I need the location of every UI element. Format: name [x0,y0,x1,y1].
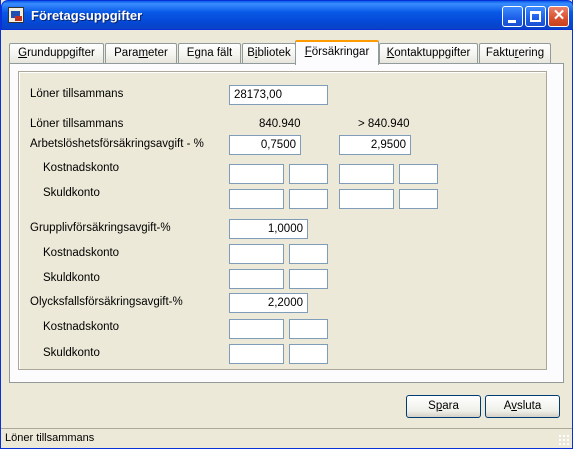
column2-header: > 840.940 [358,118,410,130]
grupplivs-skuld-input-1[interactable] [229,269,284,289]
grupplivs-label: Grupplivförsäkringsavgift-% [30,222,171,234]
grupplivs-kostnadskonto-label: Kostnadskonto [43,247,120,259]
arbetsloshet-skuldkonto-label: Skuldkonto [43,187,100,199]
exit-button[interactable]: Avsluta [485,395,560,418]
arbetsloshet-skuld-input-1[interactable] [229,189,284,209]
arbetsloshet-rate2-input[interactable]: 2,9500 [339,135,411,155]
arbetsloshet-kostnad-input-1[interactable] [229,164,284,184]
arbetsloshet-skuld-input-3[interactable] [339,189,394,209]
olycksfall-skuldkonto-label: Skuldkonto [43,347,100,359]
column1-header: 840.940 [259,118,301,130]
arbetsloshet-kostnad-input-2[interactable] [289,164,328,184]
arbetsloshet-label: Arbetslöshetsförsäkringsavgift - % [30,138,204,150]
olycksfall-kostnad-input-2[interactable] [289,319,328,339]
close-button[interactable]: ✕ [548,6,569,27]
close-icon: ✕ [552,7,566,24]
tab-forsakringar[interactable]: Försäkringar [295,40,379,65]
tab-bibliotek[interactable]: Bibliotek [242,43,296,63]
arbetsloshet-kostnad-input-4[interactable] [399,164,438,184]
resize-grip-icon[interactable] [558,434,570,446]
title-bar[interactable]: Företagsuppgifter ✕ [1,0,573,30]
arbetsloshet-skuld-input-4[interactable] [399,189,438,209]
tab-grunduppgifter[interactable]: Grunduppgifter [9,43,104,63]
olycksfall-label: Olycksfallsförsäkringsavgift-% [30,296,183,308]
olycksfall-skuld-input-2[interactable] [289,344,328,364]
status-bar: Löner tillsammans [1,428,572,448]
grupplivs-rate-input[interactable]: 1,0000 [229,219,308,239]
save-button[interactable]: Spara [406,395,481,418]
loner-input[interactable]: 28173,00 [229,85,328,105]
maximize-icon [530,11,541,22]
tab-kontaktuppgifter[interactable]: Kontaktuppgifter [379,43,478,63]
maximize-button[interactable] [525,6,546,27]
column-header-label: Löner tillsammans [30,118,124,130]
arbetsloshet-rate1-input[interactable]: 0,7500 [229,135,301,155]
minimize-icon [508,20,516,23]
app-icon[interactable] [8,7,24,23]
loner-label: Löner tillsammans [30,88,124,100]
olycksfall-kostnad-input-1[interactable] [229,319,284,339]
olycksfall-rate-input[interactable]: 2,2000 [229,293,308,313]
main-window: Företagsuppgifter ✕ Grunduppgifter Param… [0,0,573,449]
window-title: Företagsuppgifter [31,8,143,23]
grupplivs-kostnad-input-2[interactable] [289,244,328,264]
arbetsloshet-kostnad-input-3[interactable] [339,164,394,184]
tab-egna-falt[interactable]: Egna fält [178,43,241,63]
tab-parameter[interactable]: Parameter [105,43,177,63]
grupplivs-skuldkonto-label: Skuldkonto [43,272,100,284]
grupplivs-kostnad-input-1[interactable] [229,244,284,264]
arbetsloshet-skuld-input-2[interactable] [289,189,328,209]
olycksfall-skuld-input-1[interactable] [229,344,284,364]
minimize-button[interactable] [502,6,523,27]
arbetsloshet-kostnadskonto-label: Kostnadskonto [43,162,120,174]
olycksfall-kostnadskonto-label: Kostnadskonto [43,321,120,333]
grupplivs-skuld-input-2[interactable] [289,269,328,289]
status-text: Löner tillsammans [5,432,95,444]
tab-fakturering[interactable]: Fakturering [479,43,551,63]
